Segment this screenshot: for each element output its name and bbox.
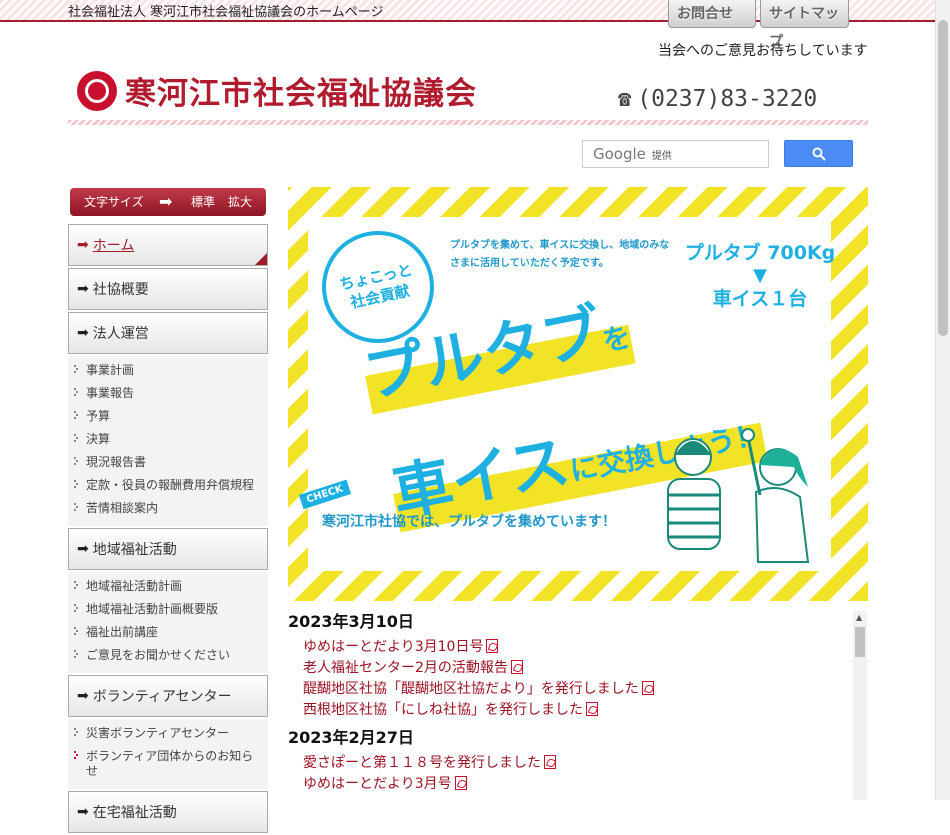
submenu-item[interactable]: ご意見をお聞かせください bbox=[68, 644, 268, 667]
news-item-link[interactable]: 愛さぽーと第１１８号を発行しました bbox=[303, 755, 541, 771]
font-size-control: 文字サイズ ➡ 標準 拡大 bbox=[70, 188, 266, 216]
news-group: 2023年2月27日 愛さぽーと第１１８号を発行しました ゆめはーとだより3月号 bbox=[288, 727, 856, 795]
banner-exchange-rate: プルタブ 700Kg ▼ 車イス１台 bbox=[680, 239, 840, 313]
logo-mark-icon bbox=[77, 70, 117, 111]
sidebar-item-label: ボランティアセンター bbox=[92, 689, 232, 705]
submenu-management: 事業計画 事業報告 予算 決算 現況報告書 定款・役員の報酬費用弁償規程 苦情相… bbox=[68, 356, 268, 526]
submenu-item[interactable]: 定款・役員の報酬費用弁償規程 bbox=[68, 474, 268, 497]
pdf-icon bbox=[510, 660, 523, 674]
submenu-item[interactable]: 予算 bbox=[68, 405, 268, 428]
font-size-label: 文字サイズ bbox=[84, 195, 144, 209]
news-list: 2023年3月10日 ゆめはーとだより3月10日号 老人福祉センター2月の活動報… bbox=[288, 611, 856, 800]
pdf-icon bbox=[641, 681, 654, 695]
sidebar-item-community[interactable]: ➡ 地域福祉活動 bbox=[68, 528, 268, 570]
arrow-right-icon: ➡ bbox=[77, 281, 89, 297]
submenu-volunteer: 災害ボランティアセンター ボランティア団体からのお知らせ bbox=[68, 719, 268, 789]
pulltab-banner[interactable]: ちょこっと 社会貢献 プルタブを集めて、車イスに交換し、地域のみなさまに活用して… bbox=[288, 187, 868, 601]
news-item-link[interactable]: ゆめはーとだより3月号 bbox=[303, 776, 452, 792]
submenu-item[interactable]: 決算 bbox=[68, 428, 268, 451]
submenu-item[interactable]: 現況報告書 bbox=[68, 451, 268, 474]
news-item[interactable]: 愛さぽーと第１１８号を発行しました bbox=[288, 753, 856, 774]
news-item[interactable]: ゆめはーとだより3月10日号 bbox=[288, 637, 856, 658]
people-illustration-icon bbox=[667, 428, 810, 563]
sidebar-item-label: 在宅福祉活動 bbox=[92, 805, 177, 821]
page-scrollbar[interactable] bbox=[935, 0, 950, 800]
sidebar-item-management[interactable]: ➡ 法人運営 bbox=[68, 312, 268, 354]
phone-icon: ☎ bbox=[618, 87, 632, 112]
scroll-up-icon[interactable]: ▲ bbox=[856, 613, 862, 622]
font-size-standard-button[interactable]: 標準 bbox=[191, 188, 215, 216]
site-tagline: 社会福祉法人 寒河江市社会福祉協議会のホームページ bbox=[68, 5, 384, 20]
submenu-item[interactable]: 福祉出前講座 bbox=[68, 621, 268, 644]
site-logo[interactable]: 寒河江市社会福祉協議会 bbox=[77, 68, 477, 113]
search-icon bbox=[812, 147, 826, 161]
banner-kg: プルタブ 700Kg bbox=[684, 242, 836, 264]
news-item[interactable]: ゆめはーとだより3月号 bbox=[288, 774, 856, 795]
pdf-icon bbox=[586, 702, 598, 716]
sidebar: ➡ ホーム ➡ 社協概要 ➡ 法人運営 事業計画 事業報告 予算 決算 現況報告書 定… bbox=[68, 224, 268, 835]
scrollbar-thumb[interactable] bbox=[938, 20, 948, 336]
news-group: 2023年3月10日 ゆめはーとだより3月10日号 老人福祉センター2月の活動報… bbox=[288, 611, 856, 721]
arrow-right-icon: ➡ bbox=[159, 192, 173, 211]
search-bar: Google 提供 bbox=[582, 140, 853, 168]
triangle-down-icon: ▼ bbox=[753, 265, 767, 286]
banner-bottom-text: 寒河江市社協では、プルタブを集めています！ bbox=[322, 514, 616, 530]
phone-text: (0237)83-3220 bbox=[637, 86, 818, 112]
submenu-item[interactable]: 事業計画 bbox=[68, 359, 268, 382]
submenu-item[interactable]: ボランティア団体からのお知らせ bbox=[68, 745, 268, 783]
news-date: 2023年3月10日 bbox=[288, 612, 414, 631]
sidebar-item-label[interactable]: ホーム bbox=[93, 235, 135, 255]
sidebar-item-home-welfare[interactable]: ➡ 在宅福祉活動 bbox=[68, 791, 268, 833]
news-item-link[interactable]: 醍醐地区社協「醍醐地区社協だより」を発行しました bbox=[303, 681, 639, 697]
opinion-link[interactable]: 当会へのご意見お待ちしています bbox=[658, 40, 868, 60]
sidebar-item-label: 社協概要 bbox=[92, 282, 149, 298]
submenu-item[interactable]: 苦情相談案内 bbox=[68, 497, 268, 520]
sidebar-item-about[interactable]: ➡ 社協概要 bbox=[68, 268, 268, 310]
search-button[interactable] bbox=[784, 140, 853, 167]
phone-number: ☎ (0237)83-3220 bbox=[618, 86, 817, 112]
search-provided-label: 提供 bbox=[651, 150, 672, 162]
arrow-right-icon: ➡ bbox=[77, 688, 89, 704]
arrow-right-icon: ➡ bbox=[77, 237, 89, 253]
arrow-right-icon: ➡ bbox=[77, 325, 89, 341]
submenu-item[interactable]: 事業報告 bbox=[68, 382, 268, 405]
pdf-icon bbox=[454, 776, 467, 790]
font-size-large-button[interactable]: 拡大 bbox=[228, 188, 252, 216]
contact-button[interactable]: お問合せ bbox=[668, 0, 756, 28]
pdf-icon bbox=[486, 639, 499, 653]
banner-description: プルタブを集めて、車イスに交換し、地域のみなさまに活用していただく予定です。 bbox=[450, 240, 670, 269]
site-name: 寒河江市社会福祉協議会 bbox=[125, 76, 477, 112]
news-item[interactable]: 醍醐地区社協「醍醐地区社協だより」を発行しました bbox=[288, 679, 856, 700]
submenu-community: 地域福祉活動計画 地域福祉活動計画概要版 福祉出前講座 ご意見をお聞かせください bbox=[68, 572, 268, 673]
arrow-right-icon: ➡ bbox=[77, 804, 89, 820]
news-scrollbar[interactable]: ▲ bbox=[853, 611, 867, 800]
google-brand: Google bbox=[593, 145, 646, 163]
sidebar-item-volunteer[interactable]: ➡ ボランティアセンター bbox=[68, 675, 268, 717]
news-item-link[interactable]: 西根地区社協「にしね社協」を発行しました bbox=[303, 702, 583, 718]
news-scrollbar-thumb[interactable] bbox=[855, 627, 865, 657]
news-date: 2023年2月27日 bbox=[288, 728, 414, 747]
sidebar-item-label: 地域福祉活動 bbox=[92, 542, 177, 558]
submenu-item[interactable]: 地域福祉活動計画概要版 bbox=[68, 598, 268, 621]
news-item-link[interactable]: ゆめはーとだより3月10日号 bbox=[303, 639, 483, 655]
sidebar-item-home[interactable]: ➡ ホーム bbox=[68, 224, 268, 266]
submenu-item[interactable]: 地域福祉活動計画 bbox=[68, 575, 268, 598]
header-divider bbox=[68, 120, 868, 125]
submenu-item[interactable]: 災害ボランティアセンター bbox=[68, 722, 268, 745]
banner-wheelchair: 車イス１台 bbox=[712, 288, 808, 310]
pdf-icon bbox=[544, 755, 556, 769]
news-item-link[interactable]: 老人福祉センター2月の活動報告 bbox=[303, 660, 508, 676]
banner-title1-suffix: を bbox=[599, 320, 634, 358]
news-item[interactable]: 西根地区社協「にしね社協」を発行しました bbox=[288, 700, 856, 721]
news-item[interactable]: 老人福祉センター2月の活動報告 bbox=[288, 658, 856, 679]
arrow-right-icon: ➡ bbox=[77, 541, 89, 557]
search-input[interactable]: Google 提供 bbox=[582, 140, 769, 168]
sidebar-item-label: 法人運営 bbox=[92, 326, 149, 342]
sitemap-button[interactable]: サイトマップ bbox=[760, 0, 849, 50]
